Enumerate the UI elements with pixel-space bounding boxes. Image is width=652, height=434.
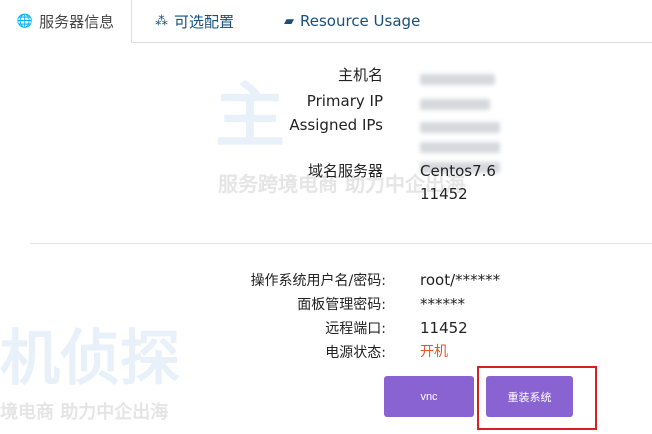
vnc-button[interactable]: vnc [384,376,474,417]
cubes-icon: ⁂ [155,13,168,29]
panel-password-label: 面板管理密码: [297,297,386,313]
ns-value-1: Centos7.6 [420,162,496,180]
divider [30,243,652,244]
assigned-ips-label: Assigned IPs [289,116,383,134]
tab-server-info[interactable]: 🌐 服务器信息 [0,0,132,43]
watermark: 机侦探 [0,324,180,394]
ns-label: 域名服务器 [307,162,383,180]
power-status-value: 开机 [420,344,448,360]
hostname-label: 主机名 [337,66,383,84]
watermark: 境电商 助力中企出海 [0,402,169,423]
tab-bar: 🌐 服务器信息 ⁂ 可选配置 ▰ Resource Usage [0,0,652,43]
power-status-label: 电源状态: [325,345,386,361]
primary-ip-label: Primary IP [306,92,383,110]
tab-options[interactable]: ⁂ 可选配置 [155,0,234,42]
os-user-label: 操作系统用户名/密码: [250,273,386,289]
primary-ip-value [420,95,490,115]
highlight-box [477,366,597,430]
hostname-value [420,70,495,90]
ns-value-2: 11452 [420,185,468,203]
remote-port-label: 远程端口: [325,321,386,337]
globe-icon: 🌐 [16,14,34,29]
inbox-icon: ▰ [284,13,294,29]
os-user-value: root/****** [420,271,501,289]
panel-password-value: ****** [420,295,465,313]
remote-port-value: 11452 [420,319,468,337]
tab-resource-usage[interactable]: ▰ Resource Usage [284,0,420,42]
